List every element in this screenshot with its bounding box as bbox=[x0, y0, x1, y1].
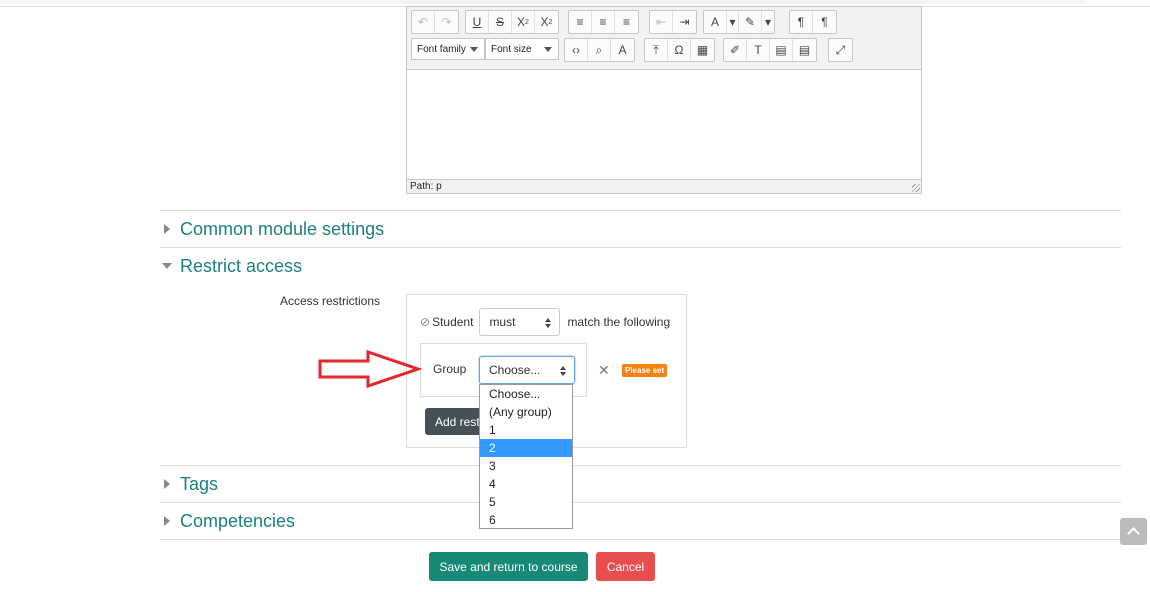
undo-icon[interactable]: ↶ bbox=[412, 11, 435, 33]
section-title: Competencies bbox=[180, 510, 296, 531]
dropdown-option-selected[interactable]: 2 bbox=[480, 439, 572, 457]
dropdown-option[interactable]: 4 bbox=[480, 475, 572, 493]
tools-group-b: ⤒ Ω ▦ bbox=[644, 38, 715, 62]
insert-icon[interactable]: ⤒ bbox=[645, 39, 668, 61]
direction-group: ¶ ¶ bbox=[789, 10, 837, 34]
student-label: Student bbox=[432, 315, 474, 329]
dropdown-option[interactable]: 1 bbox=[480, 421, 572, 439]
indent-group: ⇤ ⇥ bbox=[649, 10, 697, 34]
select-arrows-icon bbox=[545, 318, 552, 328]
omega-icon[interactable]: Ω bbox=[668, 39, 691, 61]
fullscreen-icon[interactable]: ⤢ bbox=[829, 39, 852, 61]
section-common-module-settings[interactable]: Common module settings bbox=[160, 211, 384, 247]
format-group: U S X2 X2 bbox=[465, 10, 559, 34]
group-select-value: Choose... bbox=[489, 363, 541, 377]
fullscreen-group: ⤢ bbox=[828, 38, 853, 62]
font-size-select[interactable]: Font size bbox=[485, 38, 559, 60]
scroll-to-top-icon[interactable] bbox=[1120, 518, 1147, 545]
cancel-button[interactable]: Cancel bbox=[596, 552, 655, 581]
align-group: ≡ ≡ ≡ bbox=[568, 10, 639, 34]
font-family-select[interactable]: Font family bbox=[411, 38, 485, 60]
collapse-icon bbox=[162, 263, 172, 269]
font-size-label: Font size bbox=[491, 43, 532, 55]
student-condition-row: ⊘ Student must match the following bbox=[420, 307, 670, 337]
dropdown-option[interactable]: 5 bbox=[480, 493, 572, 511]
divider bbox=[160, 247, 1121, 248]
divider bbox=[160, 465, 1121, 466]
group-label: Group bbox=[433, 362, 467, 376]
editor-content-area[interactable] bbox=[407, 69, 921, 179]
superscript-icon[interactable]: X2 bbox=[535, 11, 558, 33]
subscript-icon[interactable]: X2 bbox=[512, 11, 535, 33]
clear-format-icon[interactable]: T bbox=[747, 39, 770, 61]
text-color-dropdown-icon[interactable]: ▾ bbox=[727, 11, 739, 33]
select-arrows-icon bbox=[560, 366, 566, 376]
group-dropdown-list: Choose... (Any group) 1 2 3 4 5 6 bbox=[479, 384, 573, 529]
tools-group-a: ‹› ⌕ A bbox=[564, 38, 635, 62]
outdent-icon[interactable]: ⇤ bbox=[650, 11, 673, 33]
tools-group-c: ✐ T ▤ ▤ bbox=[723, 38, 817, 62]
find-icon[interactable]: ⌕ bbox=[588, 39, 611, 61]
undo-redo-group: ↶ ↷ bbox=[411, 10, 459, 34]
align-left-icon[interactable]: ≡ bbox=[569, 11, 592, 33]
dropdown-option[interactable]: Choose... bbox=[480, 385, 572, 403]
background-color-icon[interactable]: ✎ bbox=[739, 11, 762, 33]
expand-icon bbox=[164, 479, 170, 489]
save-return-button[interactable]: Save and return to course bbox=[429, 552, 588, 581]
background-color-dropdown-icon[interactable]: ▾ bbox=[762, 11, 774, 33]
html-editor: ↶ ↷ U S X2 X2 ≡ ≡ ≡ ⇤ ⇥ A ▾ ✎ ▾ ¶ ¶ Font… bbox=[406, 6, 922, 194]
annotation-arrow-icon bbox=[318, 350, 422, 388]
editor-path-label: Path: p bbox=[410, 181, 442, 192]
section-title: Common module settings bbox=[180, 218, 385, 239]
delete-condition-icon[interactable]: ✕ bbox=[598, 362, 610, 379]
color-group: A ▾ ✎ ▾ bbox=[703, 10, 775, 34]
align-right-icon[interactable]: ≡ bbox=[615, 11, 638, 33]
resize-grip-icon[interactable] bbox=[912, 184, 920, 192]
code-icon[interactable]: ‹› bbox=[565, 39, 588, 61]
underline-icon[interactable]: U bbox=[466, 11, 489, 33]
editor-toolbar: ↶ ↷ U S X2 X2 ≡ ≡ ≡ ⇤ ⇥ A ▾ ✎ ▾ ¶ ¶ Font… bbox=[407, 7, 921, 70]
expand-icon bbox=[164, 516, 170, 526]
group-select[interactable]: Choose... bbox=[479, 356, 575, 384]
ltr-icon[interactable]: ¶ bbox=[790, 11, 813, 33]
section-restrict-access[interactable]: Restrict access bbox=[160, 248, 302, 284]
font-family-label: Font family bbox=[417, 43, 466, 55]
section-competencies[interactable]: Competencies bbox=[160, 503, 295, 539]
text-color-icon[interactable]: A bbox=[704, 11, 727, 33]
editor-path: Path: p bbox=[407, 179, 921, 193]
section-tags[interactable]: Tags bbox=[160, 466, 218, 502]
match-text: match the following bbox=[567, 315, 671, 329]
dropdown-option[interactable]: 6 bbox=[480, 511, 572, 529]
dropdown-option[interactable]: (Any group) bbox=[480, 403, 572, 421]
paste-text-icon[interactable]: ▤ bbox=[770, 39, 793, 61]
section-title: Restrict access bbox=[180, 255, 303, 276]
add-restriction-button[interactable]: Add restriction... bbox=[425, 408, 485, 435]
dropdown-option[interactable]: 3 bbox=[480, 457, 572, 475]
must-select[interactable]: must bbox=[479, 308, 561, 336]
table-icon[interactable]: ▦ bbox=[691, 39, 714, 61]
replace-icon[interactable]: A bbox=[611, 39, 634, 61]
top-bar bbox=[0, 0, 1085, 4]
divider bbox=[160, 539, 1121, 540]
please-set-badge: Please set bbox=[622, 364, 668, 377]
strikethrough-icon[interactable]: S bbox=[489, 11, 512, 33]
align-center-icon[interactable]: ≡ bbox=[592, 11, 615, 33]
rtl-icon[interactable]: ¶ bbox=[813, 11, 836, 33]
section-title: Tags bbox=[180, 473, 219, 494]
redo-icon[interactable]: ↷ bbox=[435, 11, 458, 33]
access-restrictions-label: Access restrictions bbox=[280, 294, 381, 308]
paste-word-icon[interactable]: ▤ bbox=[793, 39, 816, 61]
expand-icon bbox=[164, 224, 170, 234]
indent-icon[interactable]: ⇥ bbox=[673, 11, 696, 33]
divider bbox=[160, 502, 1121, 503]
must-value: must bbox=[489, 315, 516, 329]
eye-hidden-icon[interactable]: ⊘ bbox=[420, 315, 430, 329]
clean-icon[interactable]: ✐ bbox=[724, 39, 747, 61]
